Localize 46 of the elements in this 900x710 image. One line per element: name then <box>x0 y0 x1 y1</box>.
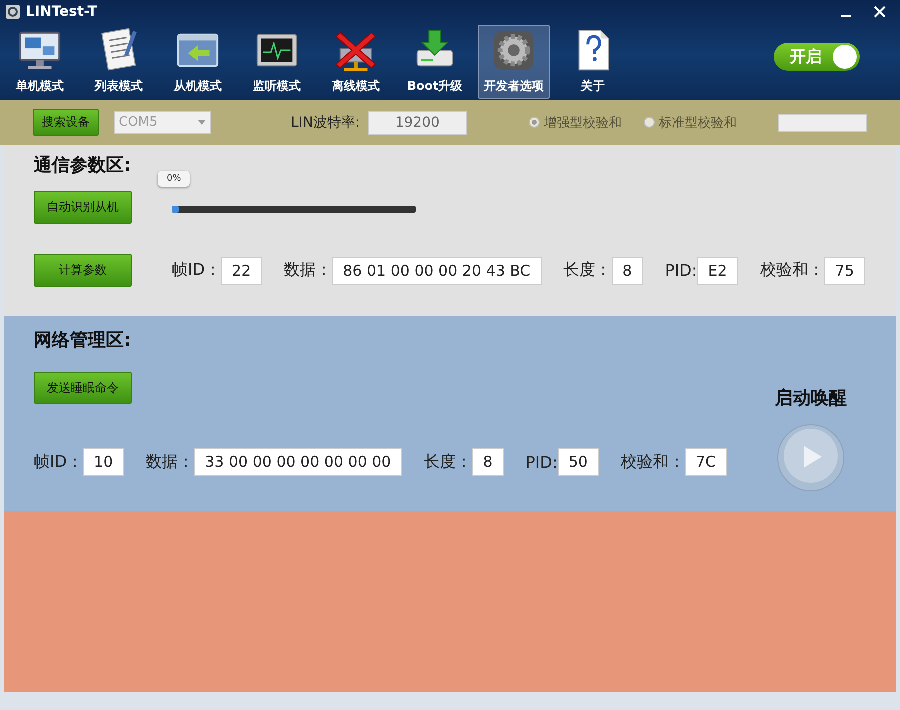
close-icon <box>874 6 886 18</box>
field-label: 长度： <box>564 260 612 281</box>
field-label: 校验和： <box>620 452 685 472</box>
value-field[interactable]: 8 <box>612 256 644 284</box>
value-field[interactable]: 22 <box>221 256 262 284</box>
toolbar-tab[interactable]: 从机模式 <box>162 25 234 99</box>
baud-label: LIN波特率: <box>291 114 360 132</box>
field-label: 数据： <box>284 260 332 281</box>
baud-field[interactable]: 19200 <box>368 110 468 134</box>
field-label: 长度： <box>424 452 472 472</box>
wake-label: 启动唤醒 <box>775 387 847 410</box>
toolbar-tab[interactable]: 列表模式 <box>83 25 155 99</box>
search-device-button[interactable]: 搜索设备 <box>33 109 99 136</box>
toolbar-tab[interactable]: Boot升级 <box>399 25 471 99</box>
section-title: 网络管理区: <box>34 329 132 352</box>
toolbar-tab[interactable]: 开发者选项 <box>478 25 550 99</box>
caret-icon <box>198 120 206 125</box>
value-field[interactable]: 8 <box>472 448 504 476</box>
value-field[interactable]: 10 <box>83 448 124 476</box>
toolbar-tab[interactable]: 单机模式 <box>4 25 76 99</box>
send-sleep-button[interactable]: 发送睡眠命令 <box>34 372 132 404</box>
checksum-radio[interactable]: 标准型校验和 <box>644 114 738 132</box>
app-icon <box>6 5 20 19</box>
value-field[interactable]: 33 00 00 00 00 00 00 00 <box>194 448 402 476</box>
field-label: 数据： <box>146 452 194 472</box>
progress-tooltip: 0% <box>158 171 190 187</box>
input-field[interactable] <box>778 114 867 132</box>
field-label: PID: <box>665 261 698 280</box>
field-label: 校验和： <box>760 260 824 281</box>
window-title: LINTest-T <box>26 4 98 20</box>
toolbar-tab[interactable]: 关于 <box>557 25 629 99</box>
value-field[interactable]: 86 01 00 00 00 20 43 BC <box>332 256 542 284</box>
checksum-radio[interactable]: 增强型校验和 <box>529 114 622 132</box>
toolbar-tab[interactable]: 离线模式 <box>320 25 392 99</box>
detect-slave-button[interactable]: 自动识别从机 <box>34 191 132 224</box>
value-field[interactable]: E2 <box>697 256 738 284</box>
value-field[interactable]: 7C <box>684 448 727 476</box>
toolbar-tab[interactable]: 监听模式 <box>241 25 313 99</box>
value-field[interactable]: 50 <box>558 448 599 476</box>
section-title: 通信参数区: <box>34 154 132 177</box>
value-field[interactable]: 75 <box>824 256 866 284</box>
field-label: PID: <box>526 452 558 472</box>
field-label: 帧ID： <box>34 452 84 472</box>
calculate-button[interactable]: 计算参数 <box>34 254 132 287</box>
field-label: 帧ID： <box>172 260 222 281</box>
minimize-icon <box>841 15 851 17</box>
